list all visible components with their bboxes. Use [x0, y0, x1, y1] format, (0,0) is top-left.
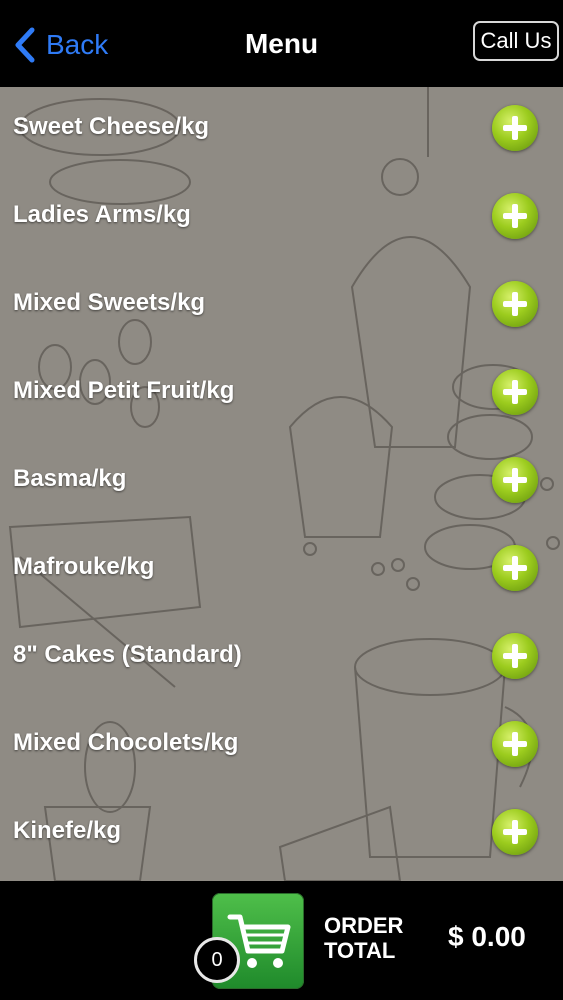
menu-item[interactable]: Mafrouke/kg [0, 527, 563, 615]
menu-item-label: Ladies Arms/kg [13, 201, 191, 228]
order-total-line2: TOTAL [324, 938, 396, 963]
menu-item[interactable]: Basma/kg [0, 439, 563, 527]
menu-item-label: Kinefe/kg [13, 817, 122, 844]
order-total-line1: ORDER [324, 913, 404, 938]
menu-item-label: 8" Cakes (Standard) [13, 641, 242, 668]
menu-item-label: Basma/kg [13, 465, 127, 492]
plus-circle-icon[interactable] [492, 633, 538, 679]
order-total-label: ORDER TOTAL [324, 913, 403, 963]
menu-item[interactable]: Ladies Arms/kg [0, 175, 563, 263]
plus-circle-icon[interactable] [492, 281, 538, 327]
menu-item[interactable]: Kinefe/kg [0, 791, 563, 879]
cart-count-badge: 0 [194, 937, 240, 983]
menu-item[interactable]: Mixed Petit Fruit/kg [0, 351, 563, 439]
menu-item-label: Mixed Chocolets/kg [13, 729, 239, 756]
menu-item[interactable]: Mixed Chocolets/kg [0, 703, 563, 791]
menu-item-label: Mafrouke/kg [13, 553, 155, 580]
plus-circle-icon[interactable] [492, 193, 538, 239]
menu-item[interactable]: Mixed Sweets/kg [0, 263, 563, 351]
menu-item-label: Mixed Petit Fruit/kg [13, 377, 235, 404]
plus-circle-icon[interactable] [492, 721, 538, 767]
menu-list: Sweet Cheese/kg Ladies Arms/kg Mixed Swe… [0, 87, 563, 879]
menu-item-label: Sweet Cheese/kg [13, 113, 210, 140]
order-total-value: $ 0.00 [448, 921, 526, 952]
plus-circle-icon[interactable] [492, 545, 538, 591]
menu-item-label: Mixed Sweets/kg [13, 289, 206, 316]
order-footer: 0 ORDER TOTAL $ 0.00 [0, 881, 563, 1000]
menu-item[interactable]: Sweet Cheese/kg [0, 87, 563, 175]
menu-item[interactable]: 8" Cakes (Standard) [0, 615, 563, 703]
menu-content[interactable]: Sweet Cheese/kg Ladies Arms/kg Mixed Swe… [0, 87, 563, 881]
plus-circle-icon[interactable] [492, 809, 538, 855]
call-us-button[interactable]: Call Us [473, 21, 559, 61]
plus-circle-icon[interactable] [492, 105, 538, 151]
plus-circle-icon[interactable] [492, 457, 538, 503]
plus-circle-icon[interactable] [492, 369, 538, 415]
navigation-bar: Back Menu Call Us [0, 0, 563, 87]
